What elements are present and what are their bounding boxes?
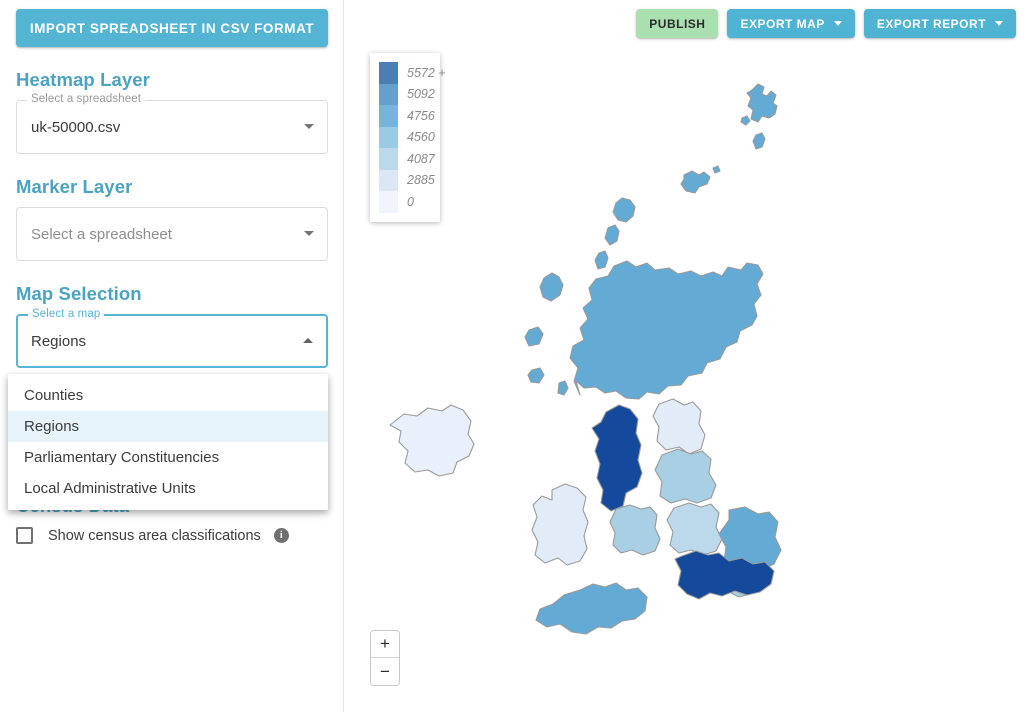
chevron-down-icon [304, 124, 314, 129]
region-islay [527, 367, 545, 384]
region-arran [557, 380, 569, 396]
map-toolbar: PUBLISH EXPORT MAP EXPORT REPORT [636, 9, 1016, 38]
census-checkbox[interactable] [16, 527, 33, 544]
region-east-midlands [666, 502, 723, 556]
census-label: Show census area classifications [48, 527, 261, 544]
chevron-down-icon [995, 21, 1003, 26]
map-canvas[interactable]: PUBLISH EXPORT MAP EXPORT REPORT 5572 +5… [344, 0, 1024, 712]
heatmap-spreadsheet-label: Select a spreadsheet [27, 93, 146, 105]
heatmap-layer-title: Heatmap Layer [16, 69, 150, 90]
export-map-label: EXPORT MAP [740, 16, 825, 31]
heatmap-spreadsheet-value: uk-50000.csv [31, 118, 121, 136]
map-legend: 5572 + 5092 4756 4560 4087 2885 0 [370, 53, 446, 222]
zoom-controls: + − [370, 630, 400, 686]
census-row[interactable]: Show census area classifications i [16, 527, 327, 544]
export-report-label: EXPORT REPORT [876, 16, 986, 31]
chevron-down-icon [833, 21, 842, 26]
legend-swatch [379, 191, 398, 213]
marker-spreadsheet-select[interactable]: Select a spreadsheet [16, 207, 328, 261]
dropdown-option-local-administrative-units[interactable]: Local Administrative Units [8, 473, 328, 504]
import-spreadsheet-button[interactable]: IMPORT SPREADSHEET IN CSV FORMAT [16, 9, 328, 47]
region-scotland [569, 260, 764, 400]
map-selection-select[interactable]: Select a map Regions [16, 308, 328, 368]
legend-label: 4756 [407, 108, 435, 123]
region-shetland [746, 83, 778, 123]
region-yorkshire-and-the-humber [654, 448, 717, 504]
zoom-out-button[interactable]: − [371, 658, 399, 685]
uk-regions-choropleth[interactable] [344, 0, 1024, 712]
region-skye [539, 272, 564, 302]
region-west-midlands [609, 504, 661, 556]
legend-label: 5572 + [407, 65, 446, 80]
legend-row: 5572 + [379, 62, 446, 84]
region-shetland-south [752, 132, 766, 150]
marker-spreadsheet-placeholder: Select a spreadsheet [31, 225, 172, 243]
legend-row: 0 [379, 191, 434, 213]
legend-swatch [379, 148, 398, 170]
chevron-down-icon [304, 231, 314, 236]
info-icon[interactable]: i [273, 528, 289, 543]
legend-swatch [379, 62, 398, 84]
export-report-button[interactable]: EXPORT REPORT [863, 9, 1016, 38]
publish-button[interactable]: PUBLISH [636, 9, 719, 38]
region-north-west [591, 404, 643, 512]
legend-label: 4087 [407, 151, 435, 166]
legend-label: 0 [407, 194, 414, 209]
legend-swatch [379, 105, 398, 127]
region-northern-ireland [389, 404, 475, 477]
map-selection-title: Map Selection [16, 283, 142, 304]
region-shetland-isle [740, 115, 751, 126]
export-map-button[interactable]: EXPORT MAP [727, 9, 855, 38]
region-outer-hebrides-south [594, 250, 609, 270]
dropdown-option-regions[interactable]: Regions [8, 411, 328, 442]
map-selection-value: Regions [31, 332, 87, 350]
legend-swatch [379, 169, 398, 191]
legend-row: 2885 [379, 169, 435, 191]
map-selection-label: Select a map [28, 308, 105, 320]
legend-label: 5092 [407, 87, 435, 102]
legend-row: 4756 [379, 105, 435, 127]
map-selection-dropdown[interactable]: Counties Regions Parliamentary Constitue… [8, 374, 328, 510]
region-mull [524, 326, 544, 347]
region-orkney [680, 170, 711, 194]
chevron-up-icon [303, 338, 313, 343]
publish-label: PUBLISH [649, 16, 706, 31]
legend-row: 4560 [379, 126, 435, 148]
map-builder-app: IMPORT SPREADSHEET IN CSV FORMAT Heatmap… [0, 0, 1024, 712]
legend-row: 4087 [379, 148, 435, 170]
legend-label: 4560 [407, 130, 435, 145]
region-north-east [652, 398, 706, 455]
dropdown-option-parliamentary-constituencies[interactable]: Parliamentary Constituencies [8, 442, 328, 473]
sidebar: IMPORT SPREADSHEET IN CSV FORMAT Heatmap… [0, 0, 344, 712]
region-wales [531, 483, 589, 566]
region-outer-hebrides-mid [604, 224, 620, 246]
dropdown-option-counties[interactable]: Counties [8, 380, 328, 411]
legend-label: 2885 [407, 173, 435, 188]
marker-layer-title: Marker Layer [16, 176, 133, 197]
legend-row: 5092 [379, 83, 435, 105]
legend-swatch [379, 126, 398, 148]
legend-swatch [379, 83, 398, 105]
heatmap-spreadsheet-select[interactable]: Select a spreadsheet uk-50000.csv [16, 93, 328, 154]
region-orkney-small [712, 165, 721, 174]
region-south-west [535, 582, 648, 635]
zoom-in-button[interactable]: + [371, 631, 399, 658]
region-outer-hebrides-north [612, 197, 636, 223]
